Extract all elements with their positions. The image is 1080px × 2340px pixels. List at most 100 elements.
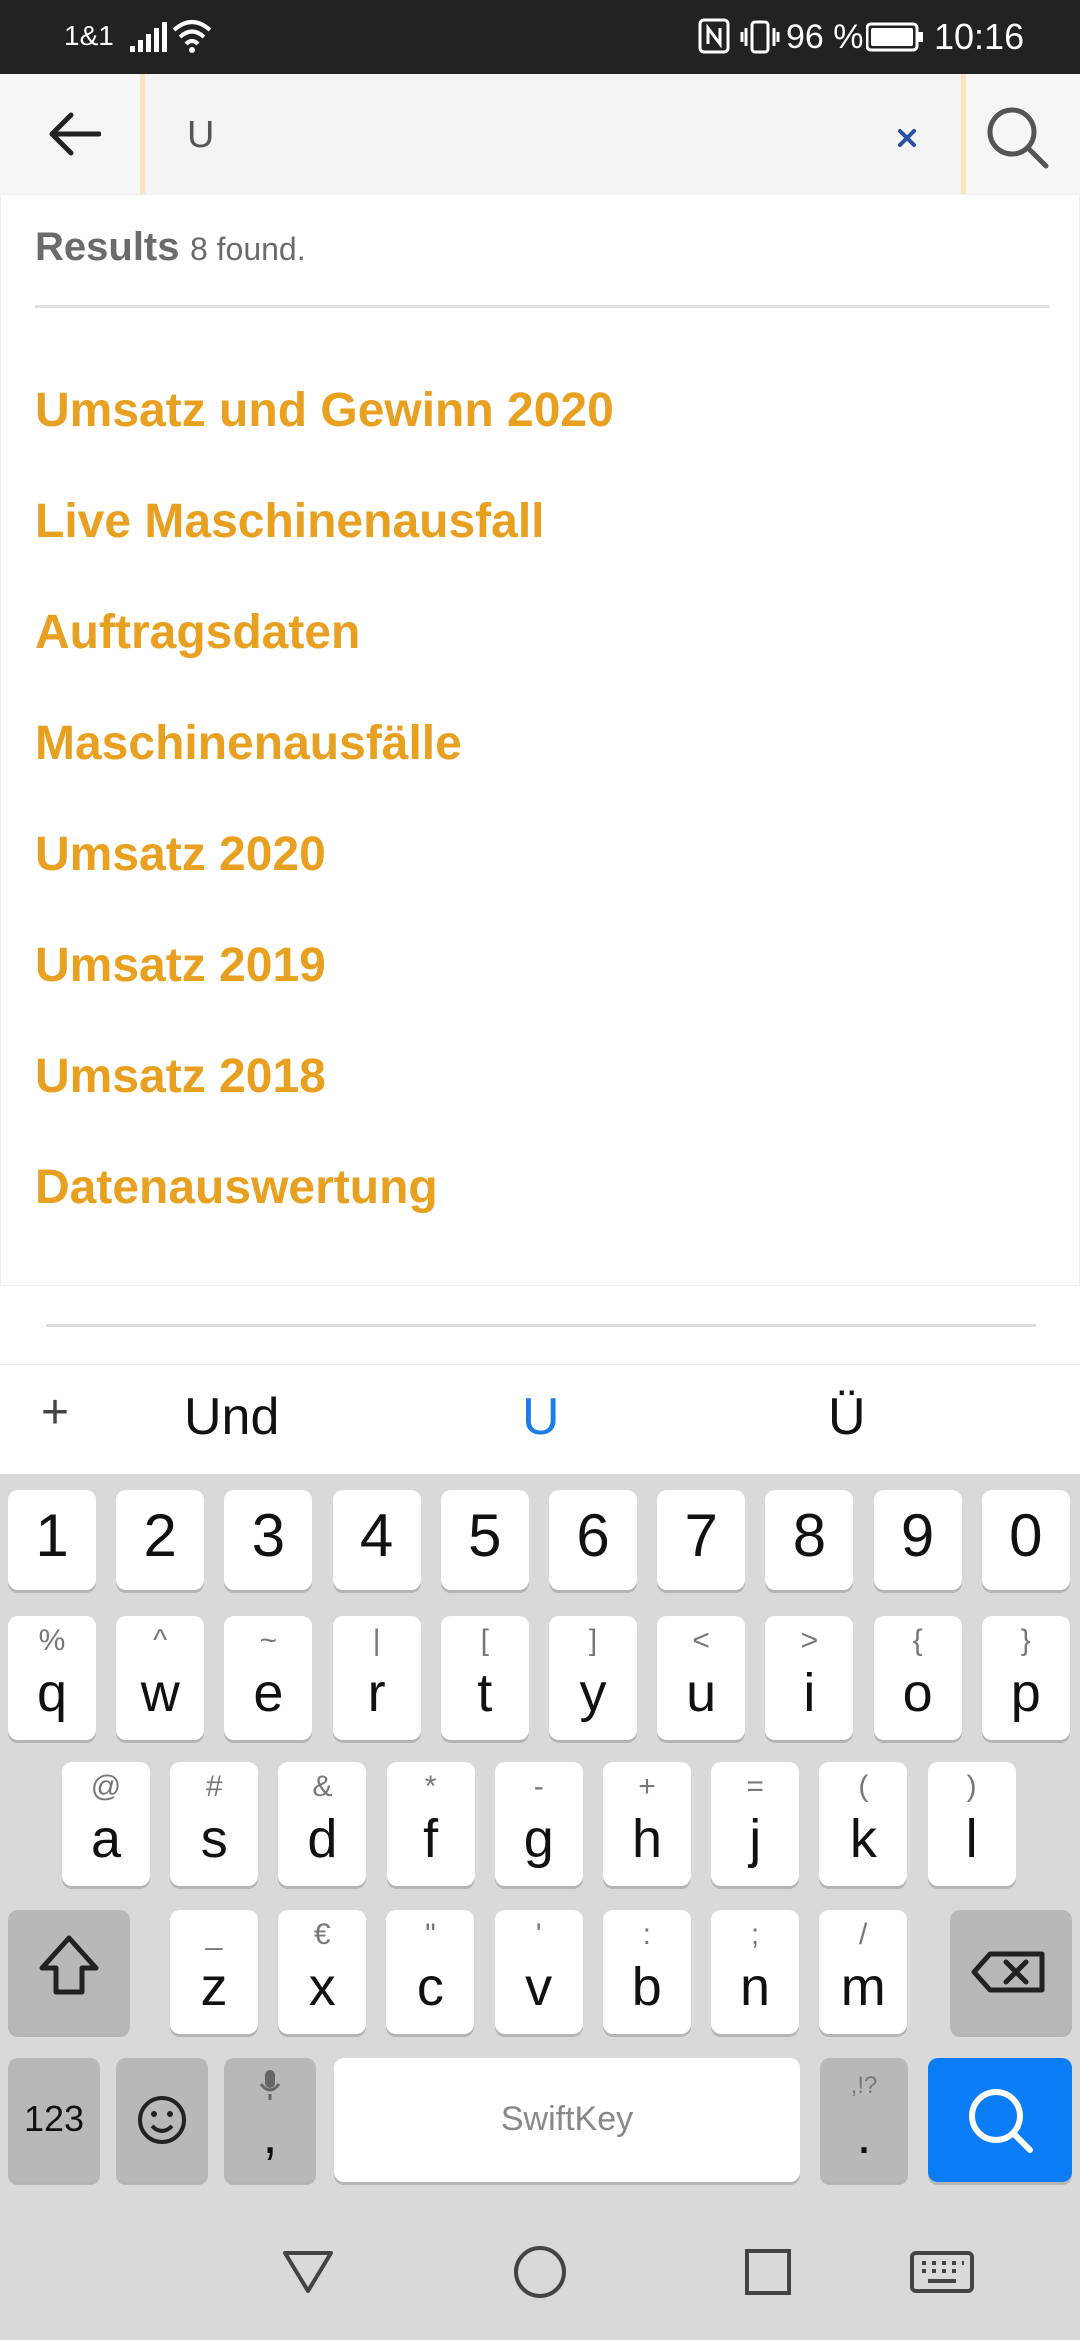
backspace-icon xyxy=(971,1951,1045,1993)
clear-search-button[interactable] xyxy=(887,118,927,158)
key-e[interactable]: ~ e xyxy=(224,1616,313,1740)
search-button[interactable] xyxy=(980,100,1054,174)
key-b[interactable]: :b xyxy=(602,1910,691,2034)
result-item[interactable]: Umsatz 2020 xyxy=(35,799,1035,910)
search-input[interactable]: U xyxy=(140,74,966,202)
key-alt-label: = xyxy=(746,1770,764,1803)
results-list: Umsatz und Gewinn 2020 Live Maschinenaus… xyxy=(35,355,1035,1243)
key-r[interactable]: | r xyxy=(332,1616,421,1740)
key-label: t xyxy=(477,1663,493,1723)
key-q[interactable]: % q xyxy=(8,1616,96,1740)
key-9[interactable]: 9 xyxy=(873,1490,962,1590)
key-5[interactable]: 5 xyxy=(440,1490,529,1590)
key-u[interactable]: < u xyxy=(657,1616,746,1740)
key-c[interactable]: " c xyxy=(386,1910,475,2034)
key-alt-label: % xyxy=(38,1624,66,1657)
key-label: k xyxy=(849,1809,877,1869)
key-m[interactable]: / m xyxy=(819,1910,908,2034)
backspace-key[interactable] xyxy=(950,1910,1072,2034)
add-word-button[interactable]: + xyxy=(30,1385,80,1440)
search-header: U xyxy=(0,74,1080,202)
results-title: Results xyxy=(35,225,180,269)
suggestion-center[interactable]: U xyxy=(522,1387,560,1447)
key-x[interactable]: € x xyxy=(278,1910,367,2034)
result-item[interactable]: Maschinenausfälle xyxy=(35,688,1035,799)
key-6[interactable]: 6 xyxy=(549,1490,637,1590)
key-8[interactable]: 8 xyxy=(765,1490,854,1590)
shift-key[interactable] xyxy=(8,1910,130,2034)
signal-icon xyxy=(130,22,167,52)
period-key[interactable]: ,!?. xyxy=(820,2058,908,2182)
key-4[interactable]: 4 xyxy=(332,1490,421,1590)
numbers-key[interactable]: 123 xyxy=(8,2058,100,2182)
key-label: x xyxy=(308,1957,336,2017)
key-label: 9 xyxy=(900,1502,935,1569)
back-nav-button[interactable] xyxy=(276,2240,340,2304)
key-label: r xyxy=(367,1663,386,1723)
key-y[interactable]: ] y xyxy=(549,1616,637,1740)
key-label: i xyxy=(803,1663,816,1723)
key-f[interactable]: * f xyxy=(386,1762,475,1886)
key-label: e xyxy=(253,1663,284,1723)
key-label: y xyxy=(579,1663,607,1723)
result-item[interactable]: Umsatz und Gewinn 2020 xyxy=(35,355,1035,466)
key-d[interactable]: & d xyxy=(278,1762,367,1886)
result-item[interactable]: Auftragsdaten xyxy=(35,577,1035,688)
key-g[interactable]: -g xyxy=(494,1762,583,1886)
keyboard-toggle-button[interactable] xyxy=(910,2240,974,2304)
key-label: s xyxy=(200,1809,228,1869)
suggestion-right[interactable]: Ü xyxy=(828,1387,866,1447)
key-3[interactable]: 3 xyxy=(224,1490,313,1590)
key-o[interactable]: {o xyxy=(873,1616,962,1740)
key-z[interactable]: _ z xyxy=(170,1910,258,2034)
key-0[interactable]: 0 xyxy=(981,1490,1070,1590)
result-item[interactable]: Datenauswertung xyxy=(35,1132,1035,1243)
key-v[interactable]: ' v xyxy=(494,1910,583,2034)
back-button[interactable] xyxy=(34,98,114,170)
result-item[interactable]: Umsatz 2019 xyxy=(35,910,1035,1021)
key-p[interactable]: } p xyxy=(981,1616,1070,1740)
key-1[interactable]: 1 xyxy=(8,1490,96,1590)
battery-icon xyxy=(866,22,923,52)
key-alt-label: " xyxy=(425,1918,436,1951)
key-k[interactable]: (k xyxy=(819,1762,908,1886)
key-label: l xyxy=(965,1809,978,1869)
key-j[interactable]: = j xyxy=(711,1762,800,1886)
key-s[interactable]: # s xyxy=(170,1762,259,1886)
keyboard: + Und U Ü 1 2 3 4 5 6 7 8 9 0% q ^ w ~ e | r[t] y < u > i{o} p… xyxy=(0,1364,1080,2340)
key-l[interactable]: ) l xyxy=(927,1762,1016,1886)
space-key[interactable]: SwiftKey xyxy=(334,2058,800,2182)
close-icon xyxy=(898,129,916,147)
key-alt-label: ' xyxy=(535,1918,542,1951)
key-7[interactable]: 7 xyxy=(657,1490,746,1590)
key-label: 2 xyxy=(143,1502,177,1569)
key-label: v xyxy=(525,1957,553,2017)
key-n[interactable]: ; n xyxy=(711,1910,799,2034)
divider xyxy=(35,305,1049,308)
key-label: w xyxy=(140,1663,180,1723)
key-label: z xyxy=(200,1957,228,2017)
key-t[interactable]: [t xyxy=(440,1616,529,1740)
search-submit-key[interactable] xyxy=(928,2058,1072,2182)
suggestion-left[interactable]: Und xyxy=(184,1387,279,1447)
key-alt-label: € xyxy=(313,1918,331,1951)
result-item[interactable]: Umsatz 2018 xyxy=(35,1021,1035,1132)
key-label: 7 xyxy=(684,1502,718,1569)
search-icon xyxy=(987,107,1049,169)
key-label: 5 xyxy=(468,1502,502,1569)
home-nav-button[interactable] xyxy=(508,2240,572,2304)
key-i[interactable]: > i xyxy=(765,1616,854,1740)
key-alt-label: < xyxy=(692,1624,710,1657)
divider xyxy=(46,1324,1036,1327)
result-item[interactable]: Live Maschinenausfall xyxy=(35,466,1035,577)
emoji-key[interactable] xyxy=(116,2058,208,2182)
key-w[interactable]: ^ w xyxy=(116,1616,205,1740)
search-input-value[interactable]: U xyxy=(187,114,214,157)
key-a[interactable]: @ a xyxy=(62,1762,150,1886)
key-label: 123 xyxy=(23,2098,85,2139)
key-label: m xyxy=(840,1957,886,2017)
comma-mic-key[interactable]: , xyxy=(224,2058,316,2182)
recents-nav-button[interactable] xyxy=(736,2240,800,2304)
key-h[interactable]: + h xyxy=(603,1762,691,1886)
key-2[interactable]: 2 xyxy=(116,1490,205,1590)
